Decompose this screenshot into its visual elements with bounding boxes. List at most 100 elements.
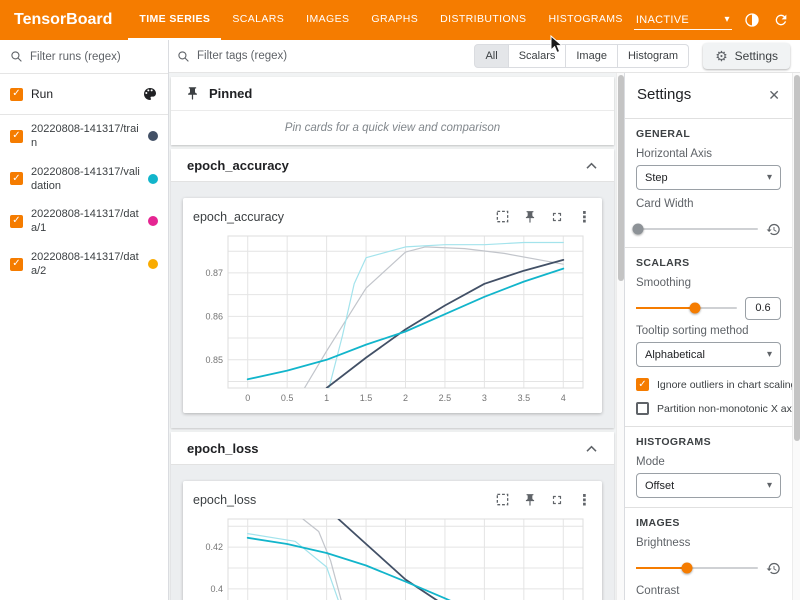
tab-histograms[interactable]: HISTOGRAMS bbox=[537, 0, 633, 40]
histogram-mode-select[interactable]: Offset ▾ bbox=[636, 473, 781, 498]
close-icon[interactable]: ✕ bbox=[768, 88, 780, 102]
scrollbar-thumb[interactable] bbox=[618, 75, 624, 281]
horizontal-axis-select[interactable]: Step ▾ bbox=[636, 165, 781, 190]
svg-text:4: 4 bbox=[561, 393, 566, 403]
status-value: INACTIVE bbox=[636, 14, 689, 26]
ignore-outliers-checkbox[interactable]: ✓ bbox=[636, 378, 649, 391]
run-checkbox[interactable]: ✓ bbox=[10, 215, 23, 228]
tab-distributions[interactable]: DISTRIBUTIONS bbox=[429, 0, 537, 40]
runs-header-row: ✓ Run bbox=[0, 74, 168, 115]
collapse-chevron-icon[interactable] bbox=[585, 161, 598, 170]
more-options-icon[interactable]: ⋮ bbox=[577, 491, 592, 509]
reset-icon[interactable] bbox=[766, 222, 781, 237]
section-header[interactable]: epoch_loss bbox=[171, 432, 614, 464]
palette-icon[interactable] bbox=[142, 86, 158, 102]
run-checkbox[interactable]: ✓ bbox=[10, 172, 23, 185]
tab-time-series[interactable]: TIME SERIES bbox=[128, 0, 221, 40]
fullscreen-icon[interactable] bbox=[550, 210, 564, 224]
settings-button[interactable]: ⚙ Settings bbox=[703, 43, 790, 69]
filter-runs-input[interactable] bbox=[30, 51, 148, 63]
brightness-slider[interactable] bbox=[636, 567, 758, 569]
tooltip-sort-value: Alphabetical bbox=[645, 349, 705, 361]
pinned-card: Pinned Pin cards for a quick view and co… bbox=[171, 77, 614, 145]
fit-domain-icon[interactable] bbox=[495, 492, 510, 507]
tooltip-sort-select[interactable]: Alphabetical ▾ bbox=[636, 342, 781, 367]
tag-type-filter-group: All Scalars Image Histogram bbox=[474, 44, 689, 68]
refresh-icon[interactable] bbox=[772, 11, 790, 29]
run-color-dot bbox=[148, 259, 158, 269]
partition-x-label: Partition non-monotonic X axis bbox=[657, 403, 792, 415]
epoch-accuracy-chart[interactable]: 00.511.522.533.540.850.860.87 bbox=[193, 230, 592, 409]
filter-runs-search[interactable] bbox=[0, 40, 168, 74]
pinned-hint: Pin cards for a quick view and compariso… bbox=[185, 111, 600, 137]
chart-card: epoch_loss ⋮ 00.511.522.533.540.360.380.… bbox=[183, 481, 602, 600]
collapse-chevron-icon[interactable] bbox=[585, 444, 598, 453]
run-row[interactable]: ✓ 20220808-141317/data/2 bbox=[0, 243, 168, 286]
svg-text:2: 2 bbox=[403, 393, 408, 403]
run-row[interactable]: ✓ 20220808-141317/data/1 bbox=[0, 200, 168, 243]
reset-icon[interactable] bbox=[766, 561, 781, 576]
main-tabs: TIME SERIES SCALARS IMAGES GRAPHS DISTRI… bbox=[128, 0, 633, 40]
ignore-outliers-label: Ignore outliers in chart scaling bbox=[657, 379, 792, 391]
topbar-actions: INACTIVE ▾ ⚙ ? bbox=[634, 0, 800, 40]
svg-text:0.5: 0.5 bbox=[281, 393, 294, 403]
page-scrollbar[interactable] bbox=[792, 73, 800, 600]
histogram-mode-value: Offset bbox=[645, 480, 674, 492]
more-options-icon[interactable]: ⋮ bbox=[577, 208, 592, 226]
scrollbar-thumb[interactable] bbox=[794, 75, 800, 441]
chevron-down-icon: ▾ bbox=[725, 14, 730, 25]
pin-icon[interactable] bbox=[523, 210, 537, 224]
section-epoch-accuracy: epoch_accuracy epoch_accuracy bbox=[171, 149, 614, 428]
filter-tags-input[interactable] bbox=[197, 50, 466, 62]
svg-text:3: 3 bbox=[482, 393, 487, 403]
smoothing-input[interactable] bbox=[745, 297, 781, 320]
section-header[interactable]: epoch_accuracy bbox=[171, 149, 614, 181]
run-row[interactable]: ✓ 20220808-141317/train bbox=[0, 115, 168, 158]
horizontal-axis-value: Step bbox=[645, 172, 668, 184]
svg-text:2.5: 2.5 bbox=[439, 393, 452, 403]
slider-thumb[interactable] bbox=[633, 224, 644, 235]
slider-thumb[interactable] bbox=[689, 303, 700, 314]
section-title: epoch_accuracy bbox=[187, 158, 289, 173]
fullscreen-icon[interactable] bbox=[550, 493, 564, 507]
chevron-down-icon: ▾ bbox=[767, 480, 772, 491]
run-checkbox[interactable]: ✓ bbox=[10, 130, 23, 143]
epoch-loss-chart[interactable]: 00.511.522.533.540.360.380.40.42 bbox=[193, 513, 592, 600]
run-label: 20220808-141317/data/1 bbox=[31, 207, 140, 236]
smoothing-slider[interactable] bbox=[636, 307, 737, 309]
search-icon bbox=[177, 50, 190, 63]
run-label: 20220808-141317/data/2 bbox=[31, 250, 140, 279]
status-dropdown[interactable]: INACTIVE ▾ bbox=[634, 11, 732, 30]
svg-text:0.87: 0.87 bbox=[205, 268, 223, 278]
select-all-runs-checkbox[interactable]: ✓ bbox=[10, 88, 23, 101]
chart-title: epoch_loss bbox=[193, 493, 256, 507]
run-label: 20220808-141317/validation bbox=[31, 165, 140, 194]
card-width-slider[interactable] bbox=[636, 228, 758, 230]
tooltip-sort-label: Tooltip sorting method bbox=[636, 325, 781, 337]
partition-x-checkbox[interactable]: ✓ bbox=[636, 402, 649, 415]
tab-graphs[interactable]: GRAPHS bbox=[360, 0, 429, 40]
pin-icon[interactable] bbox=[523, 493, 537, 507]
run-color-dot bbox=[148, 216, 158, 226]
fit-domain-icon[interactable] bbox=[495, 209, 510, 224]
slider-thumb[interactable] bbox=[682, 563, 693, 574]
tab-images[interactable]: IMAGES bbox=[295, 0, 360, 40]
filter-image-button[interactable]: Image bbox=[566, 44, 618, 68]
section-title: epoch_loss bbox=[187, 441, 259, 456]
tab-scalars[interactable]: SCALARS bbox=[221, 0, 295, 40]
main-scrollbar[interactable] bbox=[616, 73, 624, 600]
filter-histogram-button[interactable]: Histogram bbox=[618, 44, 689, 68]
run-color-dot bbox=[148, 131, 158, 141]
run-checkbox[interactable]: ✓ bbox=[10, 258, 23, 271]
settings-button-label: Settings bbox=[735, 49, 778, 63]
histograms-heading: HISTOGRAMS bbox=[636, 436, 781, 448]
theme-toggle-icon[interactable] bbox=[743, 11, 761, 29]
runs-header-label: Run bbox=[31, 87, 53, 101]
tag-toolbar: All Scalars Image Histogram ⚙ Settings bbox=[169, 40, 800, 73]
run-row[interactable]: ✓ 20220808-141317/validation bbox=[0, 158, 168, 201]
filter-tags-search[interactable] bbox=[177, 50, 466, 63]
filter-all-button[interactable]: All bbox=[474, 44, 508, 68]
chevron-down-icon: ▾ bbox=[767, 349, 772, 360]
settings-panel: Settings ✕ GENERAL Horizontal Axis Step … bbox=[624, 73, 792, 600]
filter-scalars-button[interactable]: Scalars bbox=[509, 44, 567, 68]
